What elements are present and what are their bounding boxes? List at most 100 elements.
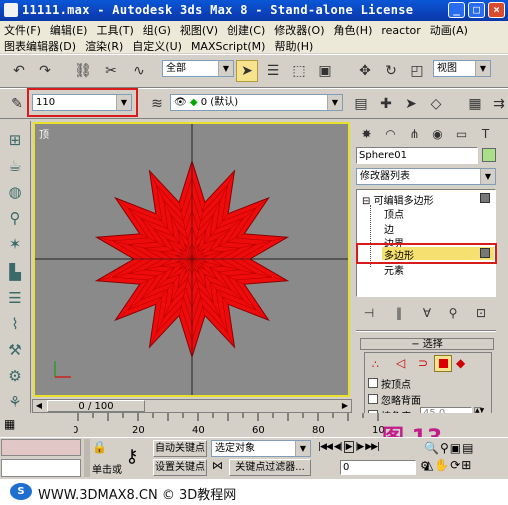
vertex-mode-icon[interactable]: ∴ xyxy=(372,358,379,371)
current-frame-field[interactable]: 0 xyxy=(340,460,416,475)
menu-tools[interactable]: 工具(T) xyxy=(92,21,138,38)
layer-manager-icon[interactable]: ≋ xyxy=(146,93,168,115)
menu-create[interactable]: 创建(C) xyxy=(223,21,270,38)
arc-rotate-icon[interactable]: ⟳ xyxy=(450,458,461,472)
minimize-button[interactable]: _ xyxy=(448,2,465,18)
time-slider-thumb[interactable]: 0 / 100 xyxy=(47,400,145,412)
rotate-icon[interactable]: ↻ xyxy=(380,60,402,82)
gear-icon[interactable]: ⚙ xyxy=(4,365,26,387)
key-filters-button[interactable]: 关键点过滤器... xyxy=(229,459,311,476)
hierarchy-tab-icon[interactable]: ⋔ xyxy=(405,124,424,144)
menu-customize[interactable]: 自定义(U) xyxy=(128,37,187,54)
stack-item-edge[interactable]: 边 xyxy=(384,221,394,236)
menu-help[interactable]: 帮助(H) xyxy=(270,37,318,54)
key-mode-dropdown[interactable]: 选定对象 ▼ xyxy=(211,440,311,457)
menu-rendering[interactable]: 渲染(R) xyxy=(81,37,128,54)
go-to-start-icon[interactable]: |◀◀ xyxy=(318,442,334,452)
zoom-extents-icon[interactable]: ▣ xyxy=(450,441,462,455)
scale-icon[interactable]: ◰ xyxy=(406,60,428,82)
set-key-button[interactable]: 设置关键点 xyxy=(153,459,207,476)
rollout-header[interactable]: − 选择 xyxy=(360,338,494,350)
menu-reactor[interactable]: reactor xyxy=(377,23,425,37)
select-by-name-icon[interactable]: ☰ xyxy=(262,60,284,82)
stack-item-editable-poly[interactable]: ⊟ 可编辑多边形 xyxy=(362,192,434,207)
layer-dropdown[interactable]: 👁 ◆ 0 (默认) ▼ xyxy=(170,94,343,111)
abc-icon[interactable]: ✎ xyxy=(6,93,28,115)
cylinder-tool-icon[interactable]: ☰ xyxy=(4,287,26,309)
hammer-tool-icon[interactable]: ⚒ xyxy=(4,339,26,361)
lock-icon[interactable]: 🔒 xyxy=(92,440,108,456)
create-icon[interactable]: ⊞ xyxy=(4,129,26,151)
menu-group[interactable]: 组(G) xyxy=(139,21,176,38)
polygon-mode-icon[interactable] xyxy=(434,355,452,372)
next-frame-icon[interactable]: ▶ xyxy=(339,400,351,412)
stack-item-element[interactable]: 元素 xyxy=(384,262,404,277)
reference-coordinate-dropdown[interactable]: 视图 ▼ xyxy=(433,60,491,77)
menu-character[interactable]: 角色(H) xyxy=(330,21,378,38)
zoom-icon[interactable]: 🔍 xyxy=(424,441,440,455)
auto-key-button[interactable]: 自动关键点 xyxy=(153,440,207,457)
object-name-field[interactable]: Sphere01 xyxy=(356,147,478,164)
motion-tab-icon[interactable]: ◉ xyxy=(428,124,447,144)
close-button[interactable]: × xyxy=(488,2,505,18)
pan-icon[interactable]: ✋ xyxy=(434,458,450,472)
modifier-tool-icon[interactable]: ⚘ xyxy=(4,391,26,413)
menu-maxscript[interactable]: MAXScript(M) xyxy=(187,39,271,53)
star-tool-icon[interactable]: ✶ xyxy=(4,233,26,255)
border-mode-icon[interactable]: ⊃ xyxy=(418,356,428,370)
menu-views[interactable]: 视图(V) xyxy=(176,21,223,38)
menu-animation[interactable]: 动画(A) xyxy=(426,21,473,38)
by-vertex-checkbox[interactable] xyxy=(368,378,378,388)
stack-item-vertex[interactable]: 顶点 xyxy=(384,206,404,221)
new-layer-icon[interactable]: ▤ xyxy=(350,93,372,115)
zoom-extents-all-icon[interactable]: ▤ xyxy=(462,441,474,455)
pin-stack-icon[interactable]: ⊣ xyxy=(358,302,380,324)
display-tab-icon[interactable]: ▭ xyxy=(452,124,471,144)
element-mode-icon[interactable]: ◆ xyxy=(456,356,465,370)
zoom-all-icon[interactable]: ⚲ xyxy=(440,441,450,455)
selection-filter-dropdown[interactable]: 全部 ▼ xyxy=(162,60,234,77)
window-crossing-icon[interactable]: ▣ xyxy=(314,60,336,82)
schematic-icon[interactable]: ⇉ xyxy=(488,93,508,115)
go-to-end-icon[interactable]: ▶▶| xyxy=(365,442,380,452)
select-in-layer-icon[interactable]: ➤ xyxy=(400,93,422,115)
panel-scrollbar[interactable] xyxy=(485,121,493,437)
edge-mode-icon[interactable]: ◁ xyxy=(396,356,405,370)
maximize-viewport-icon[interactable]: ⊞ xyxy=(461,458,472,472)
make-unique-icon[interactable]: ∀ xyxy=(416,302,438,324)
modify-tab-icon[interactable]: ◠ xyxy=(381,124,400,144)
remove-modifier-icon[interactable]: ⚲ xyxy=(442,302,464,324)
maxscript-input[interactable] xyxy=(1,459,81,477)
viewport-top[interactable]: 顶 xyxy=(33,122,350,397)
layer-toolbar-icon[interactable]: ▦ xyxy=(464,93,486,115)
menu-modifiers[interactable]: 修改器(O) xyxy=(270,21,329,38)
show-end-result-icon[interactable]: ‖ xyxy=(388,302,410,324)
mini-curve-editor-icon[interactable]: ▦ xyxy=(4,417,28,433)
key-icon[interactable]: ⚷ xyxy=(114,440,150,474)
create-tab-icon[interactable]: ✸ xyxy=(357,124,376,144)
add-to-layer-icon[interactable]: ✚ xyxy=(375,93,397,115)
play-icon[interactable]: ▶ xyxy=(343,441,354,453)
maxscript-listener[interactable] xyxy=(1,439,81,456)
box-tool-icon[interactable]: ▙ xyxy=(4,261,26,283)
ignore-backfacing-checkbox[interactable] xyxy=(368,394,378,404)
set-current-layer-icon[interactable]: ◇ xyxy=(425,93,447,115)
next-key-icon[interactable]: |▶ xyxy=(354,442,366,452)
menu-edit[interactable]: 编辑(E) xyxy=(46,21,93,38)
unlink-icon[interactable]: ✂ xyxy=(100,60,122,82)
previous-key-icon[interactable]: ◀| xyxy=(334,442,344,452)
brush-tool-icon[interactable]: ⌇ xyxy=(4,313,26,335)
key-filters-icon[interactable]: ⋈ xyxy=(212,459,228,475)
teapot-tool-icon[interactable]: ☕ xyxy=(4,155,26,177)
modifier-list-dropdown[interactable]: 修改器列表 ▼ xyxy=(356,168,496,185)
maximize-button[interactable]: □ xyxy=(468,2,485,18)
time-slider[interactable]: ◀ 0 / 100 ▶ xyxy=(32,399,352,413)
menu-graph-editors[interactable]: 图表编辑器(D) xyxy=(0,37,81,54)
menu-file[interactable]: 文件(F) xyxy=(0,21,46,38)
drop-tool-icon[interactable]: ⚲ xyxy=(4,207,26,229)
sphere-tool-icon[interactable]: ◍ xyxy=(4,181,26,203)
redo-icon[interactable]: ↷ xyxy=(34,60,56,82)
select-link-icon[interactable]: ⛓ xyxy=(72,60,94,82)
undo-icon[interactable]: ↶ xyxy=(8,60,30,82)
previous-frame-icon[interactable]: ◀ xyxy=(33,400,45,412)
